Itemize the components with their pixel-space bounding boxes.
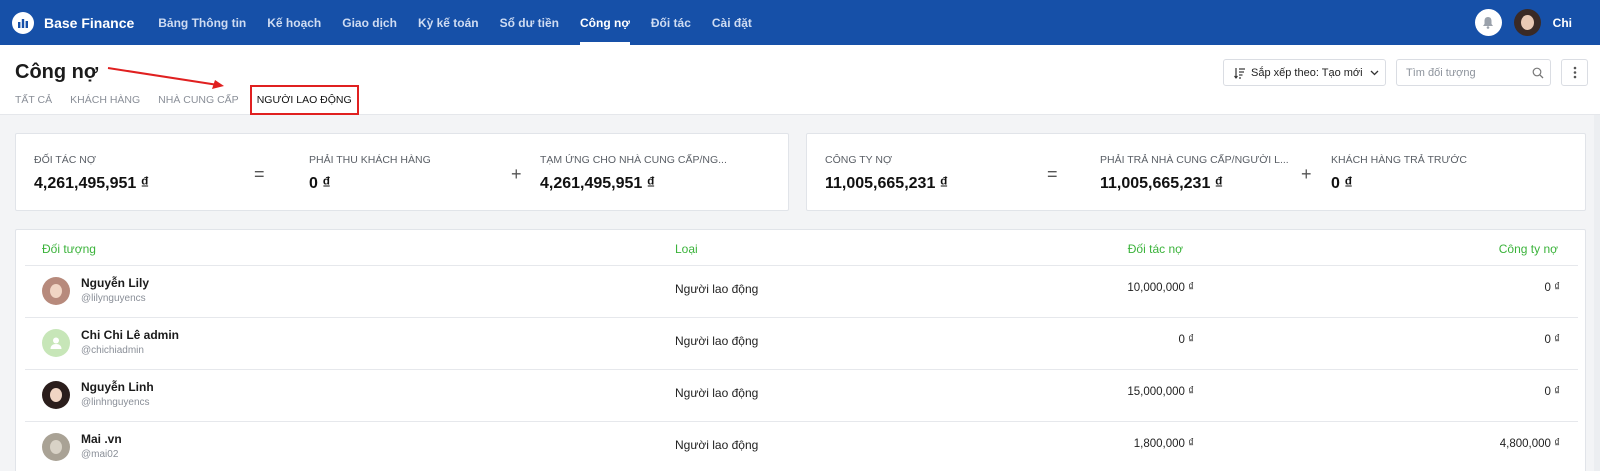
- nav-item-transactions[interactable]: Giao dịch: [342, 0, 397, 45]
- partner-debt-metric: ĐỐI TÁC NỢ 4,261,495,951 ₫: [34, 154, 149, 193]
- tab-employees[interactable]: NGƯỜI LAO ĐỘNG: [249, 85, 359, 115]
- company-debt-cell: 4,800,000 ₫: [1499, 438, 1560, 450]
- advance-value: 4,261,495,951 ₫: [540, 175, 655, 192]
- company-debt-cell: 0 ₫: [1544, 386, 1561, 398]
- user-placeholder-icon: [50, 337, 62, 349]
- nav-item-partners[interactable]: Đối tác: [651, 0, 691, 45]
- nav-item-dashboard[interactable]: Bảng Thông tin: [158, 0, 246, 45]
- brand-logo-icon: [12, 11, 34, 34]
- nav-item-settings[interactable]: Cài đặt: [712, 0, 752, 45]
- notification-button[interactable]: [1474, 9, 1502, 36]
- chevron-down-icon: [1370, 70, 1379, 75]
- avatar: [42, 277, 70, 305]
- table-row[interactable]: Chi Chi Lê admin @chichiadmin Người lao …: [25, 317, 1578, 369]
- object-name[interactable]: Mai .vn: [81, 432, 122, 446]
- object-name[interactable]: Nguyễn Lily: [81, 276, 149, 290]
- plus-sign: +: [511, 164, 522, 184]
- search-icon[interactable]: [1532, 67, 1544, 79]
- object-name[interactable]: Nguyễn Linh: [81, 380, 154, 394]
- page-title: Công nợ: [15, 61, 99, 83]
- prepaid-label: KHÁCH HÀNG TRẢ TRƯỚC: [1331, 154, 1468, 166]
- avatar: [42, 381, 70, 409]
- nav-item-debt[interactable]: Công nợ: [580, 0, 630, 45]
- sort-icon: [1234, 67, 1245, 79]
- sort-label: Sắp xếp theo: Tạo mới: [1251, 66, 1363, 79]
- user-avatar[interactable]: [1513, 9, 1541, 36]
- object-handle: @mai02: [81, 449, 119, 460]
- tab-all[interactable]: TẤT CẢ: [15, 85, 52, 115]
- search-input[interactable]: [1406, 66, 1526, 79]
- advance-label: TẠM ỨNG CHO NHÀ CUNG CẤP/NG...: [540, 154, 727, 166]
- column-header-partner-debt[interactable]: Đối tác nợ: [1128, 242, 1183, 256]
- partner-debt-cell: 15,000,000 ₫: [1127, 386, 1194, 398]
- advance-metric: TẠM ỨNG CHO NHÀ CUNG CẤP/NG... 4,261,495…: [540, 154, 727, 193]
- receivable-value: 0 ₫: [309, 175, 331, 192]
- search-box: [1396, 59, 1551, 86]
- object-handle: @linhnguyencs: [81, 397, 150, 408]
- object-handle: @lilynguyencs: [81, 293, 146, 304]
- prepaid-metric: KHÁCH HÀNG TRẢ TRƯỚC 0 ₫: [1331, 154, 1467, 193]
- table-row[interactable]: Nguyễn Lily @lilynguyencs Người lao động…: [25, 265, 1578, 317]
- receivable-label: PHẢI THU KHÁCH HÀNG: [309, 154, 431, 166]
- company-debt-summary: CÔNG TY NỢ 11,005,665,231 ₫ = PHẢI TRẢ N…: [806, 133, 1586, 211]
- partner-debt-value: 4,261,495,951 ₫: [34, 175, 149, 192]
- object-type: Người lao động: [675, 282, 759, 296]
- payable-label: PHẢI TRẢ NHÀ CUNG CẤP/NGƯỜI L...: [1100, 154, 1289, 166]
- equals-sign: =: [254, 164, 265, 184]
- brand-name: Base Finance: [44, 14, 135, 31]
- main-nav: Bảng Thông tin Kế hoạch Giao dịch Kỳ kế …: [158, 0, 773, 45]
- nav-item-accounting-period[interactable]: Kỳ kế toán: [418, 0, 479, 45]
- bell-icon: [1483, 17, 1494, 29]
- company-debt-label: CÔNG TY NỢ: [825, 154, 892, 166]
- column-header-type[interactable]: Loại: [675, 242, 698, 256]
- page-scrollbar[interactable]: [1594, 115, 1600, 471]
- payable-value: 11,005,665,231 ₫: [1100, 175, 1223, 192]
- object-name[interactable]: Chi Chi Lê admin: [81, 328, 179, 342]
- prepaid-value: 0 ₫: [1331, 175, 1353, 192]
- object-type: Người lao động: [675, 386, 759, 400]
- partner-debt-cell: 1,800,000 ₫: [1133, 438, 1194, 450]
- nav-item-plan[interactable]: Kế hoạch: [267, 0, 321, 45]
- partner-debt-cell: 10,000,000 ₫: [1127, 282, 1194, 294]
- table-row[interactable]: Nguyễn Linh @linhnguyencs Người lao động…: [25, 369, 1578, 421]
- debt-table: Đối tượng Loại Đối tác nợ Công ty nợ Ngu…: [15, 229, 1586, 471]
- receivable-metric: PHẢI THU KHÁCH HÀNG 0 ₫: [309, 154, 431, 193]
- more-options-button[interactable]: [1561, 59, 1588, 86]
- top-navbar: Base Finance Bảng Thông tin Kế hoạch Gia…: [0, 0, 1600, 45]
- company-debt-cell: 0 ₫: [1544, 334, 1561, 346]
- partner-debt-label: ĐỐI TÁC NỢ: [34, 154, 96, 166]
- object-type: Người lao động: [675, 334, 759, 348]
- plus-sign: +: [1301, 164, 1312, 184]
- partner-debt-summary: ĐỐI TÁC NỢ 4,261,495,951 ₫ = PHẢI THU KH…: [15, 133, 789, 211]
- sort-dropdown[interactable]: Sắp xếp theo: Tạo mới: [1223, 59, 1386, 86]
- user-name[interactable]: Chi: [1553, 16, 1572, 30]
- brand[interactable]: Base Finance: [12, 11, 135, 34]
- avatar: [42, 433, 70, 461]
- column-header-company-debt[interactable]: Công ty nợ: [1499, 242, 1558, 256]
- partner-debt-cell: 0 ₫: [1178, 334, 1195, 346]
- payable-metric: PHẢI TRẢ NHÀ CUNG CẤP/NGƯỜI L... 11,005,…: [1100, 154, 1289, 193]
- annotation-arrow: [107, 67, 224, 89]
- table-row[interactable]: Mai .vn @mai02 Người lao động 1,800,000 …: [25, 421, 1578, 471]
- company-debt-metric: CÔNG TY NỢ 11,005,665,231 ₫: [825, 154, 948, 193]
- company-debt-cell: 0 ₫: [1544, 282, 1561, 294]
- column-header-object[interactable]: Đối tượng: [42, 242, 96, 256]
- more-vertical-icon: [1573, 66, 1576, 79]
- top-right-controls: Chi: [1474, 0, 1572, 45]
- equals-sign: =: [1047, 164, 1058, 184]
- object-type: Người lao động: [675, 438, 759, 452]
- company-debt-value: 11,005,665,231 ₫: [825, 175, 948, 192]
- avatar: [42, 329, 70, 357]
- object-handle: @chichiadmin: [81, 345, 144, 356]
- nav-item-cash-balance[interactable]: Sổ dư tiền: [500, 0, 559, 45]
